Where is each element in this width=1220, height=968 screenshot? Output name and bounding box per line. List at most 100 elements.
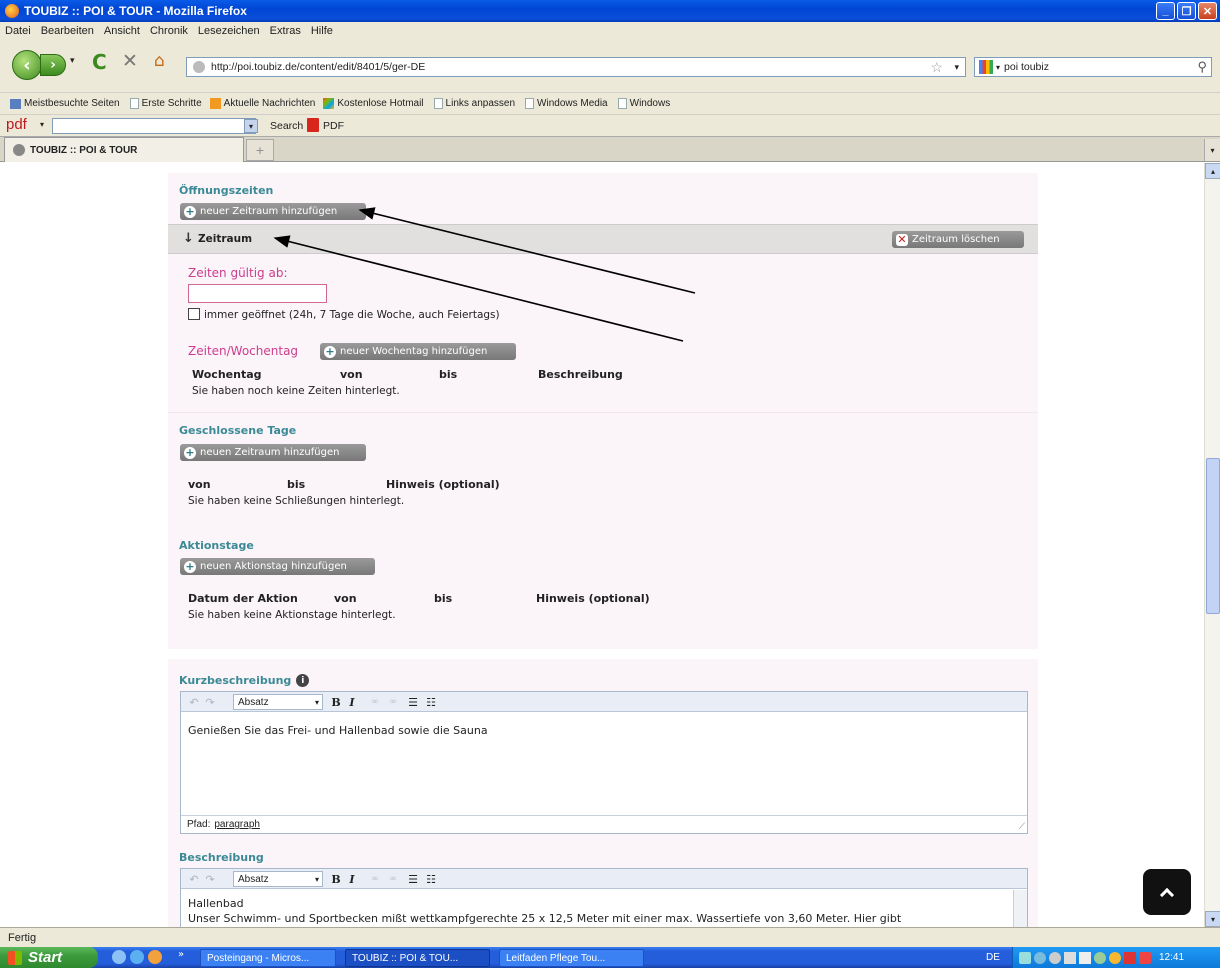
- search-box[interactable]: ▾ poi toubiz ⚲: [974, 57, 1212, 77]
- start-button[interactable]: Start: [0, 947, 98, 968]
- tab-list-dropdown-icon[interactable]: ▾: [1204, 139, 1220, 161]
- pdf-search-input[interactable]: [52, 118, 256, 134]
- reload-icon[interactable]: C: [92, 50, 107, 74]
- resize-handle-icon[interactable]: ⟋: [1019, 821, 1025, 832]
- unlink-icon[interactable]: ∞: [385, 871, 401, 887]
- pdf-button[interactable]: PDF: [323, 120, 344, 132]
- path-paragraph-link[interactable]: paragraph: [214, 819, 260, 830]
- tray-icon[interactable]: [1109, 951, 1121, 964]
- minimize-button[interactable]: _: [1156, 2, 1175, 20]
- desc-text-line2[interactable]: Unser Schwimm- und Sportbecken mißt wett…: [188, 912, 901, 925]
- tray-icon[interactable]: [1094, 951, 1106, 964]
- delete-period-button[interactable]: ✕ Zeitraum löschen: [892, 231, 1024, 248]
- format-select[interactable]: Absatz ▾: [233, 694, 323, 710]
- url-bar[interactable]: http://poi.toubiz.de/content/edit/8401/5…: [186, 57, 966, 77]
- format-dropdown-icon[interactable]: ▾: [315, 698, 319, 707]
- menu-datei[interactable]: Datei: [0, 25, 36, 37]
- tray-icon[interactable]: [1139, 951, 1151, 964]
- star-bookmark-icon[interactable]: ☆: [930, 59, 943, 76]
- pdf-search-button[interactable]: Search: [270, 120, 303, 132]
- add-closed-period-button[interactable]: + neuen Zeitraum hinzufügen: [180, 444, 366, 461]
- tray-icon[interactable]: [1064, 951, 1076, 964]
- bookmark-windows-media[interactable]: Windows Media: [525, 98, 608, 109]
- pdf-search-dropdown-icon[interactable]: ▾: [244, 119, 258, 133]
- short-desc-text[interactable]: Genießen Sie das Frei- und Hallenbad sow…: [188, 724, 488, 737]
- italic-button[interactable]: I: [345, 871, 359, 887]
- tab-toubiz[interactable]: TOUBIZ :: POI & TOUR: [4, 137, 244, 162]
- link-icon[interactable]: ∞: [367, 694, 383, 710]
- tray-icon[interactable]: [1049, 951, 1061, 964]
- bookmark-windows[interactable]: Windows: [617, 98, 670, 109]
- page-scrollbar[interactable]: ▴ ▾: [1204, 163, 1220, 927]
- add-weekday-button[interactable]: + neuer Wochentag hinzufügen: [320, 343, 516, 360]
- search-engine-dropdown-icon[interactable]: ▾: [996, 63, 1000, 72]
- format-select[interactable]: Absatz ▾: [233, 871, 323, 887]
- scroll-down-arrow[interactable]: ▾: [1205, 911, 1220, 927]
- bold-button[interactable]: B: [329, 871, 343, 887]
- maximize-button[interactable]: ❐: [1177, 2, 1196, 20]
- redo-icon[interactable]: ↷: [203, 694, 217, 710]
- back-button[interactable]: ‹: [12, 50, 42, 80]
- closed-empty-text: Sie haben keine Schließungen hinterlegt.: [188, 495, 405, 507]
- new-tab-button[interactable]: +: [246, 139, 274, 161]
- numbered-list-icon[interactable]: ☷: [423, 871, 439, 887]
- pdf-logo-dropdown-icon[interactable]: ▾: [40, 120, 44, 129]
- task-leitfaden[interactable]: Leitfaden Pflege Tou...: [499, 949, 644, 967]
- home-icon[interactable]: ⌂: [154, 51, 165, 71]
- desc-editor-scrollbar[interactable]: [1013, 890, 1027, 927]
- pdf-logo[interactable]: pdf: [6, 116, 27, 133]
- bullet-list-icon[interactable]: ☰: [405, 871, 421, 887]
- task-outlook[interactable]: Posteingang - Micros...: [200, 949, 336, 967]
- always-open-checkbox[interactable]: [188, 308, 200, 320]
- tray-antivirus-icon[interactable]: [1124, 951, 1136, 964]
- site-identity-icon[interactable]: [193, 61, 205, 73]
- menu-lesezeichen[interactable]: Lesezeichen: [193, 25, 265, 37]
- tray-volume-icon[interactable]: [1079, 951, 1091, 964]
- menu-ansicht[interactable]: Ansicht: [99, 25, 145, 37]
- menu-extras[interactable]: Extras: [265, 25, 306, 37]
- bookmark-meistbesucht[interactable]: Meistbesuchte Seiten: [10, 98, 120, 109]
- add-action-day-button[interactable]: + neuen Aktionstag hinzufügen: [180, 558, 375, 575]
- unlink-icon[interactable]: ∞: [385, 694, 401, 710]
- forward-button[interactable]: ›: [40, 54, 66, 76]
- scroll-up-arrow[interactable]: ▴: [1205, 163, 1220, 179]
- bookmark-hotmail[interactable]: Kostenlose Hotmail: [323, 98, 424, 109]
- close-button[interactable]: ✕: [1198, 2, 1217, 20]
- history-dropdown-icon[interactable]: ▾: [70, 56, 75, 66]
- redo-icon[interactable]: ↷: [203, 871, 217, 887]
- italic-button[interactable]: I: [345, 694, 359, 710]
- bookmark-erste-schritte[interactable]: Erste Schritte: [129, 98, 202, 109]
- undo-icon[interactable]: ↶: [187, 694, 201, 710]
- clock[interactable]: 12:41: [1159, 952, 1184, 963]
- menu-chronik[interactable]: Chronik: [145, 25, 193, 37]
- tray-icon[interactable]: [1034, 951, 1046, 964]
- info-icon[interactable]: i: [296, 674, 310, 687]
- quicklaunch-expand-icon[interactable]: »: [178, 949, 184, 960]
- bold-button[interactable]: B: [329, 694, 343, 710]
- search-engine-icon[interactable]: [979, 60, 993, 74]
- link-icon[interactable]: ∞: [367, 871, 383, 887]
- quicklaunch-firefox-icon[interactable]: [148, 950, 162, 964]
- menu-hilfe[interactable]: Hilfe: [306, 25, 338, 37]
- bookmark-links[interactable]: Links anpassen: [433, 98, 515, 109]
- undo-icon[interactable]: ↶: [187, 871, 201, 887]
- language-indicator[interactable]: DE: [986, 952, 1000, 963]
- period-label[interactable]: Zeitraum: [198, 233, 252, 245]
- url-dropdown-icon[interactable]: ▾: [954, 62, 959, 73]
- task-firefox[interactable]: TOUBIZ :: POI & TOU...: [345, 949, 490, 967]
- numbered-list-icon[interactable]: ☷: [423, 694, 439, 710]
- menu-bearbeiten[interactable]: Bearbeiten: [36, 25, 99, 37]
- quicklaunch-ie-icon[interactable]: [130, 950, 144, 964]
- add-period-button[interactable]: + neuer Zeitraum hinzufügen: [180, 203, 366, 220]
- desc-text-line1[interactable]: Hallenbad: [188, 897, 244, 910]
- scroll-thumb[interactable]: [1206, 458, 1220, 614]
- tray-network-icon[interactable]: [1019, 951, 1031, 964]
- stop-icon[interactable]: ✕: [122, 50, 138, 72]
- format-dropdown-icon[interactable]: ▾: [315, 875, 319, 884]
- valid-from-input[interactable]: [188, 284, 327, 303]
- search-icon[interactable]: ⚲: [1197, 59, 1207, 75]
- quicklaunch-icon[interactable]: [112, 950, 126, 964]
- back-to-top-button[interactable]: [1143, 869, 1191, 915]
- bullet-list-icon[interactable]: ☰: [405, 694, 421, 710]
- bookmark-nachrichten[interactable]: Aktuelle Nachrichten: [209, 98, 315, 109]
